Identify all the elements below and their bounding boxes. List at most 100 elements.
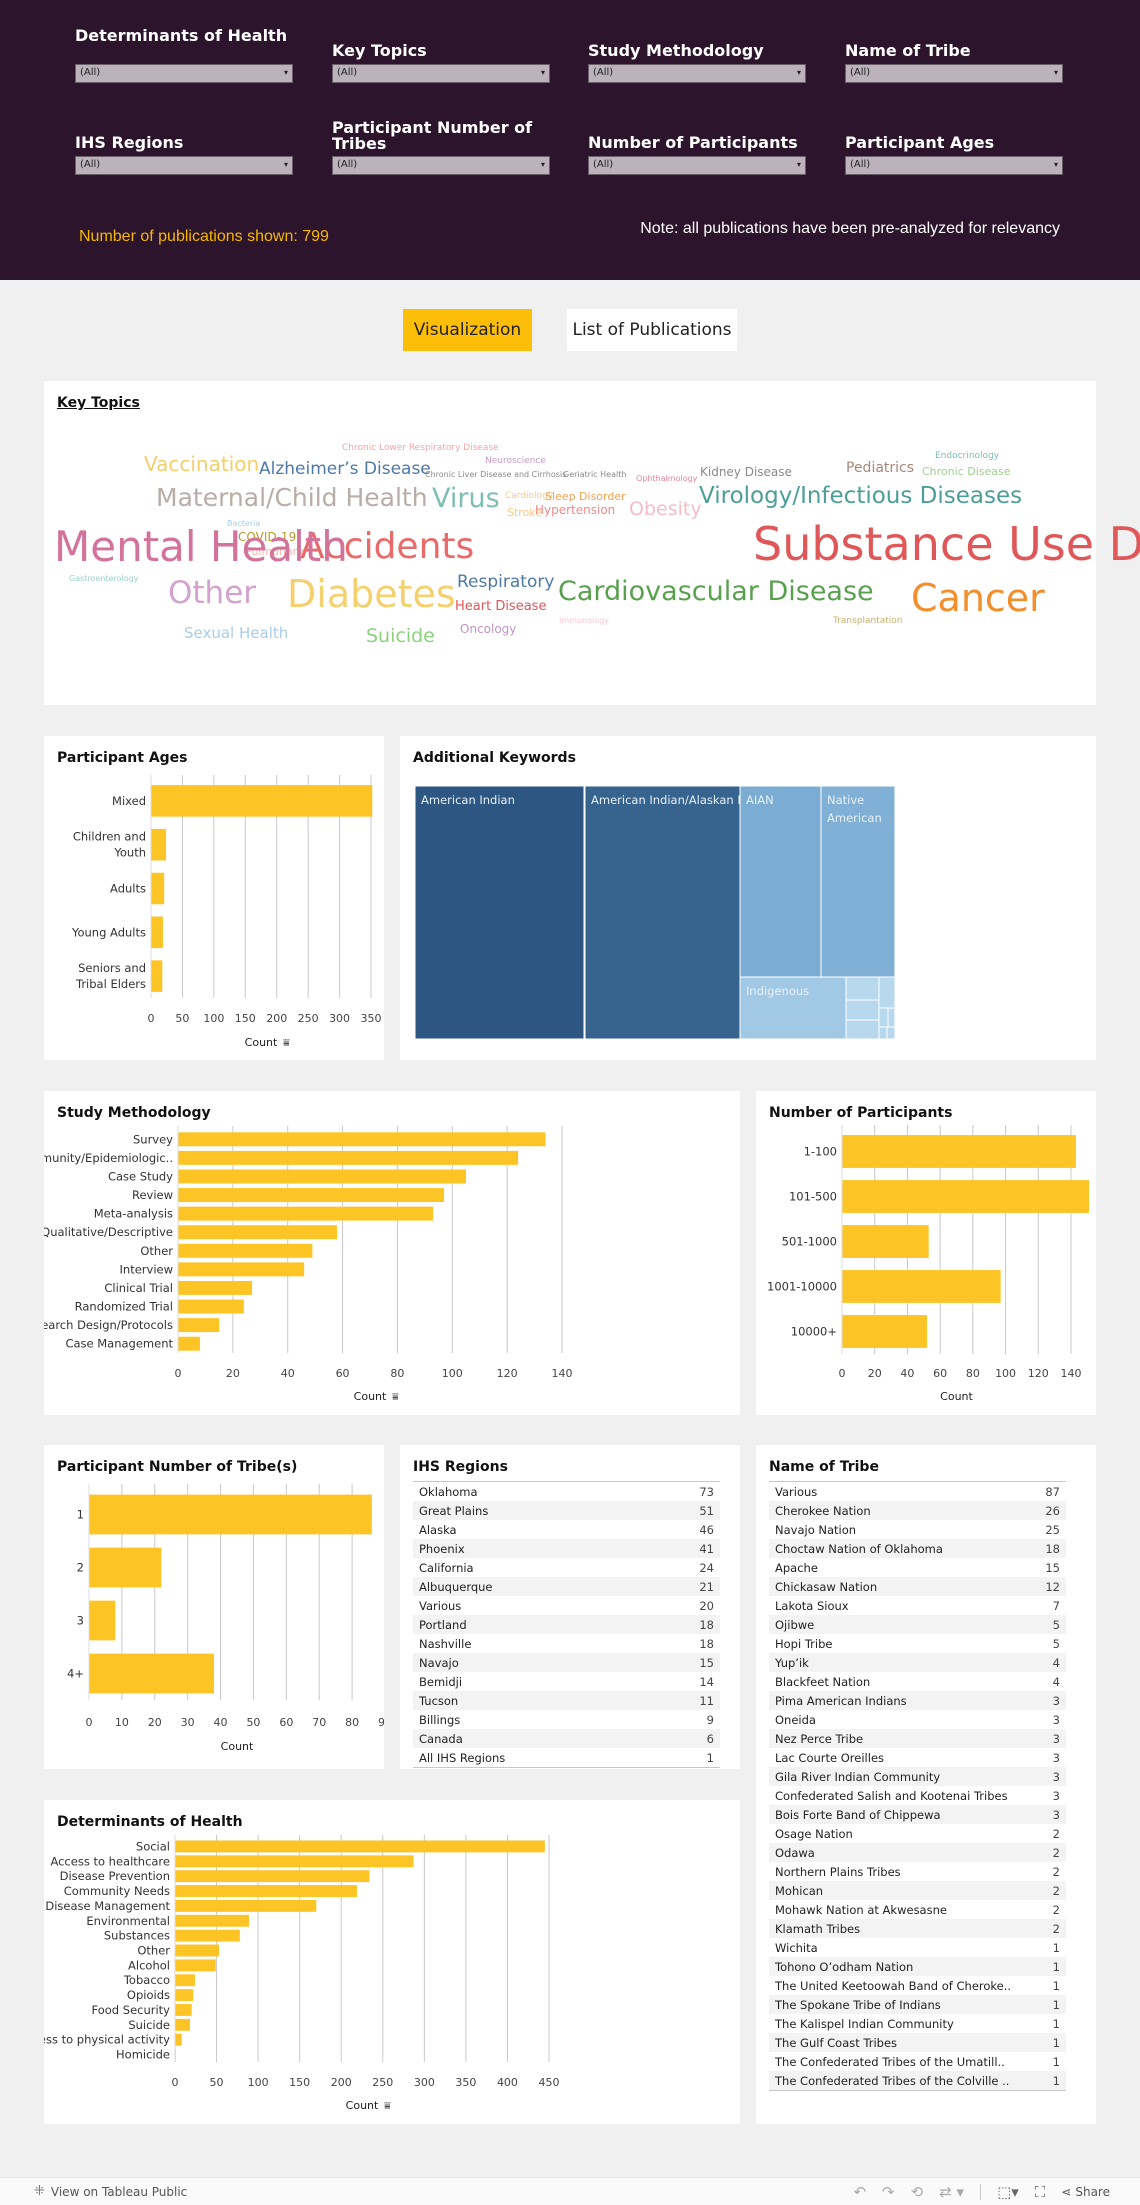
table-row[interactable]: Bemidji 14 bbox=[413, 1672, 720, 1691]
word-cloud-topic[interactable]: Substance Use Disorder bbox=[753, 521, 1140, 567]
table-row[interactable]: Bois Forte Band of Chippewa 3 bbox=[769, 1805, 1066, 1824]
treemap-cell[interactable] bbox=[878, 1007, 889, 1028]
treemap-cell[interactable] bbox=[878, 976, 896, 1009]
table-row[interactable]: The Gulf Coast Tribes 1 bbox=[769, 2033, 1066, 2052]
word-cloud-topic[interactable]: Gastroenterology bbox=[69, 575, 138, 583]
bar[interactable] bbox=[175, 2033, 182, 2046]
bar[interactable] bbox=[89, 1653, 214, 1694]
refresh-icon[interactable]: ⇄ ▾ bbox=[939, 2183, 964, 2201]
bar[interactable] bbox=[175, 1989, 194, 2002]
filter-participant-ages-dropdown[interactable]: (All) ▾ bbox=[845, 156, 1063, 175]
word-cloud-topic[interactable]: Obesity bbox=[629, 500, 702, 519]
sort-icon[interactable]: ⩸ bbox=[283, 1036, 290, 1049]
word-cloud-topic[interactable]: Oncology bbox=[460, 623, 516, 635]
undo-icon[interactable]: ↶ bbox=[853, 2183, 866, 2201]
bar[interactable] bbox=[842, 1270, 1001, 1303]
word-cloud-topic[interactable]: Alzheimer’s Disease bbox=[259, 461, 431, 478]
word-cloud-topic[interactable]: Sexual Health bbox=[184, 626, 288, 641]
word-cloud-topic[interactable]: Kidney Disease bbox=[700, 466, 792, 478]
table-row[interactable]: Hopi Tribe 5 bbox=[769, 1634, 1066, 1653]
table-row[interactable]: Odawa 2 bbox=[769, 1843, 1066, 1862]
treemap-cell[interactable] bbox=[886, 1026, 896, 1040]
table-row[interactable]: Tohono O’odham Nation 1 bbox=[769, 1957, 1066, 1976]
treemap-cell[interactable] bbox=[845, 999, 880, 1021]
bar[interactable] bbox=[842, 1225, 929, 1258]
table-row[interactable]: Ojibwe 5 bbox=[769, 1615, 1066, 1634]
table-row[interactable]: Nez Perce Tribe 3 bbox=[769, 1729, 1066, 1748]
word-cloud-topic[interactable]: Geriatric Health bbox=[563, 471, 626, 479]
bar[interactable] bbox=[151, 828, 167, 861]
word-cloud-topic[interactable]: Neuroscience bbox=[485, 457, 546, 466]
treemap-cell[interactable] bbox=[584, 785, 741, 1040]
table-row[interactable]: Canada 6 bbox=[413, 1729, 720, 1748]
word-cloud-topic[interactable]: Chronic Lower Respiratory Disease bbox=[342, 444, 499, 453]
bar[interactable] bbox=[178, 1225, 338, 1240]
table-row[interactable]: Cherokee Nation 26 bbox=[769, 1501, 1066, 1520]
bar[interactable] bbox=[175, 1914, 249, 1927]
bar[interactable] bbox=[175, 1959, 216, 1972]
bar[interactable] bbox=[175, 1944, 220, 1957]
bar[interactable] bbox=[178, 1280, 253, 1295]
word-cloud-topic[interactable]: Endocrinology bbox=[935, 452, 999, 461]
bar[interactable] bbox=[178, 1299, 244, 1314]
word-cloud-topic[interactable]: Chronic Liver Disease and Cirrhosis bbox=[425, 471, 566, 479]
bar[interactable] bbox=[151, 872, 165, 905]
filter-name-of-tribe-dropdown[interactable]: (All) ▾ bbox=[845, 64, 1063, 83]
treemap-cell[interactable] bbox=[845, 976, 880, 1001]
table-row[interactable]: Pima American Indians 3 bbox=[769, 1691, 1066, 1710]
bar[interactable] bbox=[175, 1855, 414, 1868]
bar[interactable] bbox=[175, 1870, 370, 1883]
table-row[interactable]: All IHS Regions 1 bbox=[413, 1748, 720, 1767]
table-row[interactable]: Various 20 bbox=[413, 1596, 720, 1615]
table-row[interactable]: The Spokane Tribe of Indians 1 bbox=[769, 1995, 1066, 2014]
tab-visualization[interactable]: Visualization bbox=[403, 309, 532, 351]
word-cloud-topic[interactable]: Virus bbox=[432, 485, 500, 512]
treemap-cell[interactable] bbox=[845, 1019, 880, 1040]
table-row[interactable]: Tucson 11 bbox=[413, 1691, 720, 1710]
bar[interactable] bbox=[178, 1150, 519, 1165]
bar[interactable] bbox=[175, 2004, 192, 2016]
treemap-cell[interactable] bbox=[739, 785, 822, 978]
bar[interactable] bbox=[178, 1336, 200, 1351]
word-cloud-topic[interactable]: Mental Health bbox=[54, 526, 348, 568]
word-cloud-topic[interactable]: Respiratory bbox=[457, 574, 554, 591]
table-row[interactable]: Mohawk Nation at Akwesasne 2 bbox=[769, 1900, 1066, 1919]
table-row[interactable]: Choctaw Nation of Oklahoma 18 bbox=[769, 1539, 1066, 1558]
table-row[interactable]: Confederated Salish and Kootenai Tribes 3 bbox=[769, 1786, 1066, 1805]
bar[interactable] bbox=[151, 785, 373, 817]
word-cloud-topic[interactable]: Hypertension bbox=[535, 504, 615, 516]
sort-icon[interactable]: ⩸ bbox=[384, 2099, 391, 2112]
word-cloud-topic[interactable]: Suicide bbox=[366, 627, 435, 646]
bar[interactable] bbox=[842, 1180, 1089, 1213]
bar[interactable] bbox=[89, 1547, 162, 1588]
bar[interactable] bbox=[175, 2018, 190, 2031]
bar[interactable] bbox=[151, 916, 163, 949]
bar[interactable] bbox=[842, 1315, 928, 1348]
word-cloud-topic[interactable]: Virology/Infectious Diseases bbox=[699, 485, 1022, 508]
word-cloud-topic[interactable]: Maternal/Child Health bbox=[156, 485, 428, 510]
share-button[interactable]: ⋖ Share bbox=[1061, 2185, 1110, 2199]
word-cloud-topic[interactable]: Immunology bbox=[559, 617, 609, 625]
treemap-cell[interactable] bbox=[414, 785, 585, 1040]
treemap-cell[interactable] bbox=[878, 1026, 888, 1040]
word-cloud-topic[interactable]: Chronic Disease bbox=[922, 466, 1011, 477]
view-on-tableau-link[interactable]: ⁜ View on Tableau Public bbox=[34, 2184, 187, 2199]
bar[interactable] bbox=[89, 1600, 116, 1641]
table-row[interactable]: Klamath Tribes 2 bbox=[769, 1919, 1066, 1938]
fullscreen-icon[interactable]: ⛶ bbox=[1035, 2183, 1046, 2201]
table-row[interactable]: Phoenix 41 bbox=[413, 1539, 720, 1558]
bar[interactable] bbox=[178, 1188, 445, 1203]
table-row[interactable]: The Kalispel Indian Community 1 bbox=[769, 2014, 1066, 2033]
treemap-cell[interactable] bbox=[887, 1007, 896, 1028]
table-row[interactable]: Great Plains 51 bbox=[413, 1501, 720, 1520]
word-cloud-topic[interactable]: Ophthalmology bbox=[636, 475, 697, 483]
table-row[interactable]: Gila River Indian Community 3 bbox=[769, 1767, 1066, 1786]
bar[interactable] bbox=[178, 1169, 466, 1184]
table-row[interactable]: Chickasaw Nation 12 bbox=[769, 1577, 1066, 1596]
bar[interactable] bbox=[178, 1243, 313, 1258]
bar[interactable] bbox=[178, 1318, 220, 1333]
bar[interactable] bbox=[178, 1132, 546, 1147]
word-cloud-topic[interactable]: Cardiovascular Disease bbox=[558, 578, 874, 605]
table-row[interactable]: Lakota Sioux 7 bbox=[769, 1596, 1066, 1615]
filter-key-topics-dropdown[interactable]: (All) ▾ bbox=[332, 64, 550, 83]
